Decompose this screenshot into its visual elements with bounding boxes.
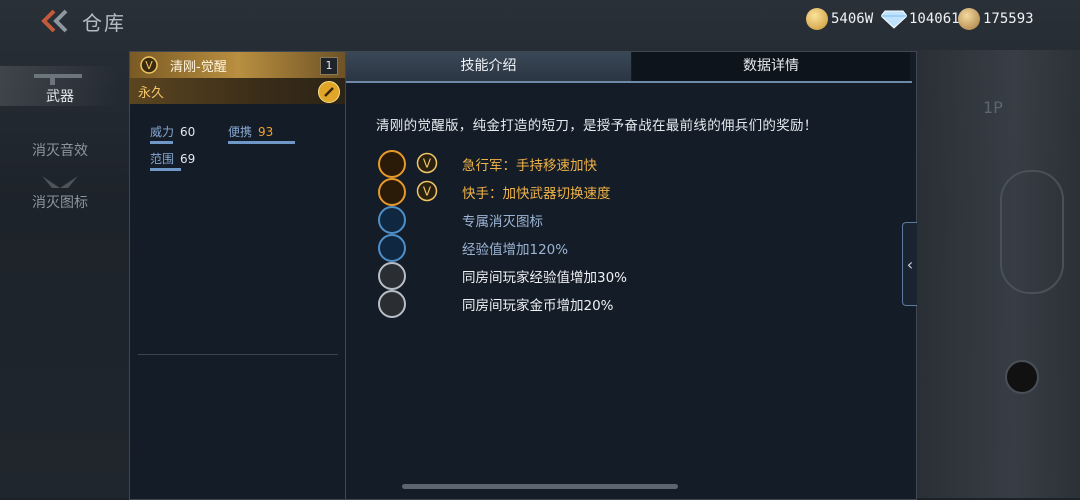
gold-plus-coin-icon — [806, 8, 828, 30]
currency-honor[interactable]: 175593 — [958, 8, 1034, 30]
chevron-left-icon: ‹ — [906, 254, 914, 274]
nav-item-label: 武器 — [46, 89, 74, 105]
quick-swap-icon — [378, 178, 406, 206]
sprint-icon — [378, 150, 406, 178]
perk-row: V 急行军：手持移速加快 — [378, 150, 878, 178]
divider — [138, 354, 338, 355]
vip-badge-icon: V — [416, 180, 438, 202]
svg-text:V: V — [145, 59, 153, 72]
back-button[interactable] — [40, 8, 74, 34]
nav-item-label: 消灭音效 — [32, 143, 88, 159]
honor-coin-icon — [958, 8, 980, 30]
item-duration-row: 永久 — [130, 78, 346, 104]
tab-underline — [346, 81, 912, 83]
perk-text: 同房间玩家经验值增加30% — [462, 270, 628, 286]
hud-decoration — [1005, 360, 1039, 394]
nav-item-kill-icon[interactable]: 消灭图标 — [0, 172, 120, 212]
stat-range: 范围 69 — [150, 150, 206, 171]
perk-row: V 快手：加快武器切换速度 — [378, 178, 878, 206]
detail-panel: 技能介绍 数据详情 清刚的觉醒版，纯金打造的短刀，是授予奋战在最前线的佣兵们的奖… — [345, 51, 917, 500]
perk-row: 经验值增加120% — [378, 234, 878, 262]
item-description: 清刚的觉醒版，纯金打造的短刀，是授予奋战在最前线的佣兵们的奖励！ — [376, 118, 818, 134]
nav-item-label: 消灭图标 — [32, 195, 88, 211]
room-coin-icon — [378, 290, 406, 318]
stat-bar — [150, 168, 181, 171]
item-duration: 永久 — [138, 85, 165, 101]
nav-item-kill-sound[interactable]: 消灭音效 — [0, 120, 120, 159]
stat-bar — [150, 141, 173, 144]
wings-icon — [42, 176, 78, 188]
gold-amount: 5406W — [831, 11, 874, 27]
page-title: 仓库 — [82, 11, 126, 35]
svg-text:V: V — [423, 157, 432, 171]
perk-row: 同房间玩家经验值增加30% — [378, 262, 878, 290]
perk-text: 同房间玩家金币增加20% — [462, 298, 614, 314]
diamond-icon — [881, 10, 907, 29]
perk-text: 经验值增加120% — [462, 242, 569, 258]
perk-text: 快手：加快武器切换速度 — [462, 186, 611, 202]
stat-value: 69 — [180, 152, 196, 166]
collapse-panel-button[interactable]: ‹ — [902, 222, 917, 306]
perk-text: 急行军：手持移速加快 — [462, 158, 597, 174]
currency-gold[interactable]: 5406W — [806, 8, 873, 30]
item-panel: V 清刚-觉醒 1 永久 威力 60 便携 93 范围 69 — [129, 51, 346, 500]
item-header: V 清刚-觉醒 1 — [130, 52, 346, 78]
exp-icon — [378, 234, 406, 262]
nav-item-weapon[interactable]: 武器 — [0, 66, 120, 106]
svg-text:V: V — [423, 185, 432, 199]
stat-portability: 便携 93 — [228, 123, 300, 144]
perk-row: 同房间玩家金币增加20% — [378, 290, 878, 318]
room-exp-icon — [378, 262, 406, 290]
duration-clock-icon — [318, 81, 340, 103]
stat-bar — [228, 141, 295, 144]
horizontal-scrollbar[interactable] — [402, 484, 678, 489]
item-count-badge: 1 — [320, 57, 338, 75]
tab-data-details[interactable]: 数据详情 — [632, 52, 910, 81]
hud-decoration — [1000, 170, 1064, 294]
stat-label: 便携 — [228, 125, 253, 139]
vip-badge-icon: V — [416, 152, 438, 174]
currency-diamond[interactable]: 104061 — [881, 8, 960, 30]
player-indicator: 1P — [983, 98, 1003, 117]
kill-icon-badge — [378, 206, 406, 234]
stat-value: 93 — [258, 125, 274, 139]
diamond-amount: 104061 — [909, 11, 960, 27]
stat-power: 威力 60 — [150, 123, 196, 144]
honor-amount: 175593 — [983, 11, 1034, 27]
tab-skill-intro[interactable]: 技能介绍 — [346, 52, 631, 81]
perk-row: 专属消灭图标 — [378, 206, 878, 234]
stat-label: 威力 — [150, 125, 175, 139]
perk-text: 专属消灭图标 — [462, 214, 543, 230]
back-arrow-icon — [41, 9, 68, 33]
vip-badge-icon: V — [140, 56, 158, 74]
stat-label: 范围 — [150, 152, 175, 166]
rifle-icon — [34, 74, 82, 85]
item-name: 清刚-觉醒 — [170, 59, 227, 75]
stat-value: 60 — [180, 125, 196, 139]
